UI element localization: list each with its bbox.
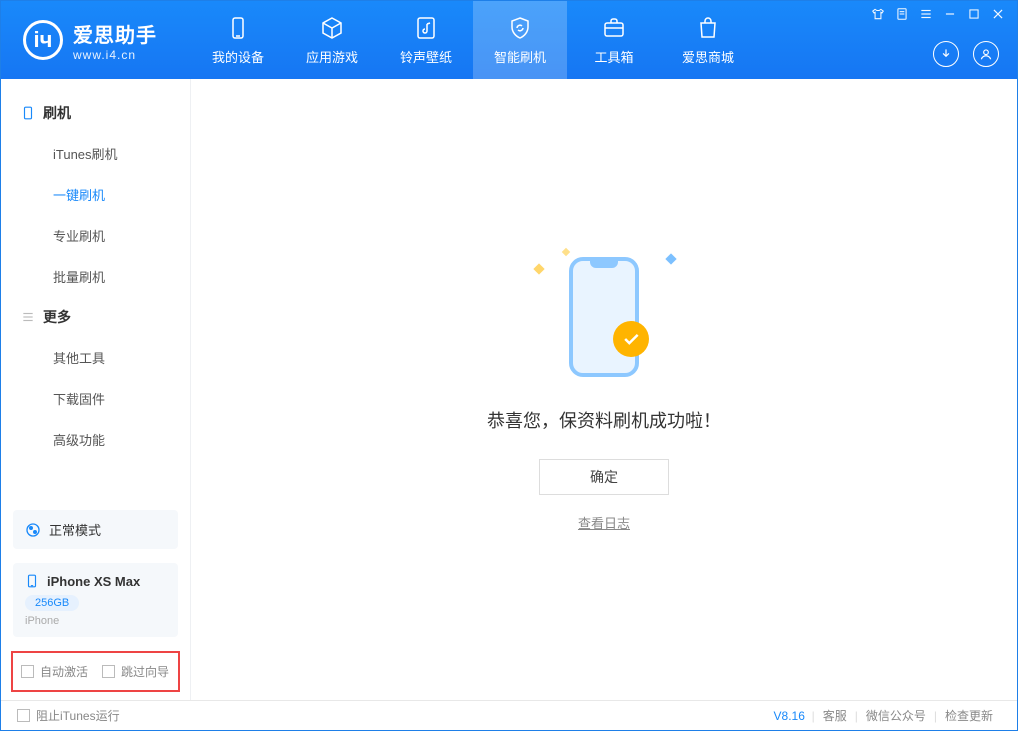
close-icon[interactable] [991,7,1005,21]
app-window: iч 爱思助手 www.i4.cn 我的设备 应用游戏 铃声壁纸 智能刷机 [0,0,1018,731]
sidebar: 刷机 iTunes刷机 一键刷机 专业刷机 批量刷机 更多 其他工具 下载固件 … [1,79,191,700]
sidebar-section-flash: 刷机 [1,93,190,133]
app-url: www.i4.cn [73,48,157,62]
device-block[interactable]: iPhone XS Max 256GB iPhone [13,563,178,637]
sidebar-item-oneclick-flash[interactable]: 一键刷机 [1,174,190,215]
note-icon[interactable] [895,7,909,21]
shield-sync-icon [505,15,535,41]
user-button[interactable] [973,41,999,67]
device-type: iPhone [25,615,166,627]
music-file-icon [411,15,441,41]
success-text: 恭喜您，保资料刷机成功啦！ [487,407,721,433]
nav-ringtones[interactable]: 铃声壁纸 [379,1,473,79]
download-button[interactable] [933,41,959,67]
checkbox-icon [17,709,30,722]
nav-toolbox[interactable]: 工具箱 [567,1,661,79]
nav-apps-games[interactable]: 应用游戏 [285,1,379,79]
checkbox-icon [102,665,115,678]
checkbox-icon [21,665,34,678]
shopping-bag-icon [693,15,723,41]
nav-smart-flash[interactable]: 智能刷机 [473,1,567,79]
version-label: V8.16 [774,709,805,723]
link-wechat[interactable]: 微信公众号 [858,707,934,724]
nav-my-device[interactable]: 我的设备 [191,1,285,79]
checkbox-skip-guide[interactable]: 跳过向导 [102,663,169,680]
view-log-link[interactable]: 查看日志 [578,513,630,532]
tshirt-icon[interactable] [871,7,885,21]
header-round-buttons [933,41,999,67]
sidebar-item-pro-flash[interactable]: 专业刷机 [1,215,190,256]
statusbar: 阻止iTunes运行 V8.16 | 客服 | 微信公众号 | 检查更新 [1,700,1017,730]
list-icon [21,310,35,324]
storage-badge: 256GB [25,595,79,611]
link-check-update[interactable]: 检查更新 [937,707,1001,724]
mode-icon [25,522,41,538]
sidebar-item-other-tools[interactable]: 其他工具 [1,337,190,378]
window-controls [871,7,1005,21]
checkbox-auto-activate[interactable]: 自动激活 [21,663,88,680]
logo-icon: iч [23,20,63,60]
maximize-icon[interactable] [967,7,981,21]
ok-button[interactable]: 确定 [539,459,669,495]
header: iч 爱思助手 www.i4.cn 我的设备 应用游戏 铃声壁纸 智能刷机 [1,1,1017,79]
menu-icon[interactable] [919,7,933,21]
briefcase-icon [599,15,629,41]
sidebar-item-batch-flash[interactable]: 批量刷机 [1,256,190,297]
cube-icon [317,15,347,41]
success-illustration [529,247,679,387]
nav: 我的设备 应用游戏 铃声壁纸 智能刷机 工具箱 爱思商城 [191,1,755,79]
options-box: 自动激活 跳过向导 [11,651,180,692]
sidebar-item-advanced[interactable]: 高级功能 [1,419,190,460]
nav-store[interactable]: 爱思商城 [661,1,755,79]
logo-block[interactable]: iч 爱思助手 www.i4.cn [1,1,191,79]
minimize-icon[interactable] [943,7,957,21]
phone-small-icon [25,573,39,589]
sidebar-item-download-firmware[interactable]: 下载固件 [1,378,190,419]
app-name: 爱思助手 [73,19,157,48]
check-badge-icon [613,321,649,357]
main-content: 恭喜您，保资料刷机成功啦！ 确定 查看日志 [191,79,1017,700]
sidebar-item-itunes-flash[interactable]: iTunes刷机 [1,133,190,174]
device-icon [21,105,35,121]
checkbox-block-itunes[interactable]: 阻止iTunes运行 [17,707,120,724]
sidebar-section-more: 更多 [1,297,190,337]
link-support[interactable]: 客服 [815,707,855,724]
mode-block[interactable]: 正常模式 [13,510,178,549]
phone-icon [223,15,253,41]
body: 刷机 iTunes刷机 一键刷机 专业刷机 批量刷机 更多 其他工具 下载固件 … [1,79,1017,700]
